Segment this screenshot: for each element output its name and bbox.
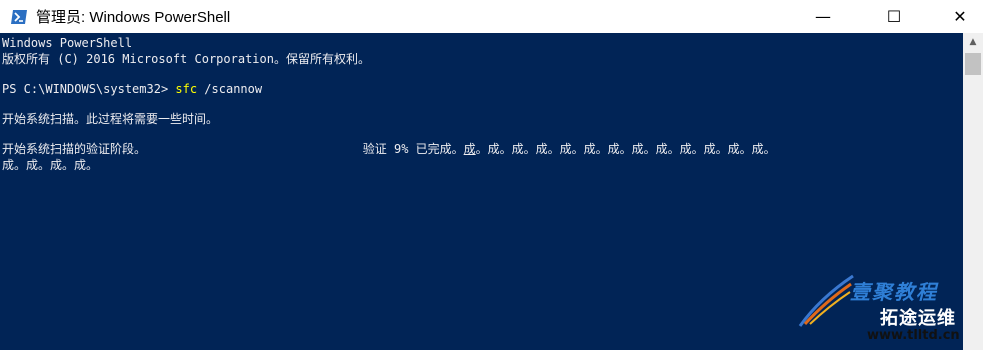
copyright-line: 版权所有 (C) 2016 Microsoft Corporation。保留所有… (2, 52, 370, 66)
close-icon: ✕ (953, 7, 967, 26)
watermark-url: www.tlltd.cn (867, 328, 960, 343)
maximize-icon: ☐ (886, 7, 902, 26)
powershell-icon (10, 8, 28, 26)
verify-progress-line: 开始系统扫描的验证阶段。 验证 9% 已完成。成。成。成。成。成。成。成。成。成… (2, 141, 961, 157)
text-cursor: 成 (463, 142, 476, 156)
window-title: 管理员: Windows PowerShell (36, 9, 231, 26)
close-button[interactable]: ✕ (937, 0, 983, 33)
command-name: sfc (175, 82, 198, 96)
minimize-icon: — (815, 7, 831, 26)
verify-progress-suffix: 。成。成。成。成。成。成。成。成。成。成。成。成。 (475, 142, 776, 156)
command-argument: /scannow (197, 82, 263, 96)
scroll-up-icon[interactable]: ▲ (963, 33, 983, 51)
watermark-text-2: 拓途运维 (880, 308, 956, 329)
watermark-logo: 壹聚教程 拓途运维 www.tlltd.cn (795, 268, 980, 348)
scroll-thumb[interactable] (965, 53, 981, 75)
minimize-button[interactable]: — (800, 0, 846, 33)
swoosh-icon (798, 274, 854, 327)
banner-line: Windows PowerShell (2, 36, 133, 50)
scan-start-line: 开始系统扫描。此过程将需要一些时间。 (2, 112, 219, 126)
verify-progress-wrap-line: 成。成。成。成。 (2, 158, 99, 172)
maximize-button[interactable]: ☐ (871, 0, 917, 33)
command-line: PS C:\WINDOWS\system32> sfc /scannow (2, 81, 961, 97)
verify-progress-prefix: 开始系统扫描的验证阶段。 验证 9% 已完成。 (2, 142, 464, 156)
watermark-text-1: 壹聚教程 (850, 280, 938, 304)
prompt: PS C:\WINDOWS\system32> (2, 82, 176, 96)
title-bar[interactable]: 管理员: Windows PowerShell — ☐ ✕ (0, 0, 983, 33)
